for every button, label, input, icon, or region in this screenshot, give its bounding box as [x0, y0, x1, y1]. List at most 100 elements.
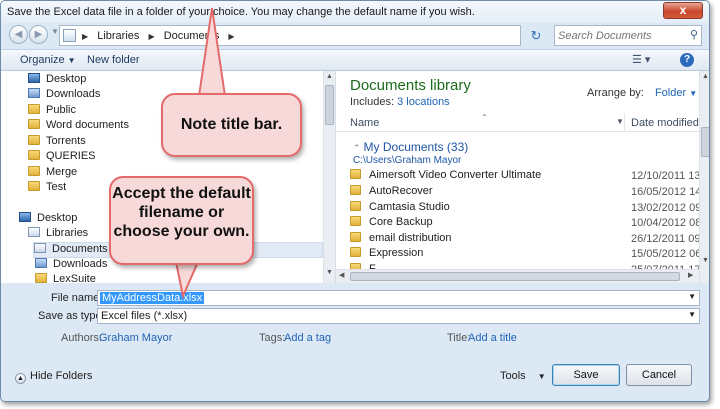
refresh-icon[interactable]: ↻	[525, 26, 547, 45]
column-name[interactable]: Name	[350, 117, 379, 129]
list-item[interactable]: email distribution 26/12/2011 09:06	[350, 232, 709, 248]
chevron-up-icon: ▲	[15, 373, 26, 384]
tools-button[interactable]: Tools ▼	[500, 370, 546, 382]
save-button[interactable]: Save	[552, 364, 620, 386]
filename-field[interactable]: MyAddressData.xlsx ▼	[97, 290, 700, 306]
column-dropdown-icon[interactable]: ▼	[616, 117, 624, 126]
file-name: Aimersoft Video Converter Ultimate	[369, 169, 542, 181]
filename-input[interactable]: MyAddressData.xlsx	[100, 292, 205, 304]
nav-item-libraries[interactable]: Libraries	[28, 227, 88, 243]
callout-filename-note: Accept the default filename or choose yo…	[109, 176, 254, 265]
nav-scrollbar[interactable]: ▲ ▼	[323, 71, 335, 283]
search-input[interactable]	[558, 28, 678, 43]
breadcrumb-arrow-icon[interactable]: ▶	[82, 32, 88, 41]
group-title[interactable]: ⌃ My Documents (33)	[353, 140, 468, 154]
folder-icon	[350, 185, 361, 195]
breadcrumb-documents[interactable]: Documents	[164, 30, 220, 42]
list-item[interactable]: Expression 15/05/2012 06:42	[350, 247, 709, 263]
recent-pages-chevron-icon[interactable]: ▼	[51, 27, 59, 36]
nav-scroll-thumb[interactable]	[325, 85, 334, 125]
breadcrumb-arrow-icon[interactable]: ▶	[148, 32, 154, 41]
search-icon[interactable]: ⚲	[690, 28, 698, 41]
arrange-by-dropdown[interactable]: Folder ▼	[655, 87, 697, 99]
close-button[interactable]: x	[663, 2, 703, 19]
search-box[interactable]: ⚲	[554, 25, 702, 46]
new-folder-button[interactable]: New folder	[87, 54, 140, 66]
address-bar[interactable]: ▶ Libraries ▶ Documents ▶	[59, 25, 521, 46]
back-arrow-icon[interactable]: ◀	[9, 25, 28, 44]
arrange-value: Folder	[654, 87, 687, 99]
arrange-label: Arrange by:	[587, 87, 644, 99]
sort-up-icon: ⌃	[481, 113, 488, 122]
list-item[interactable]: Core Backup 10/04/2012 08:35	[350, 216, 709, 232]
group-title-label: My Documents (33)	[363, 140, 469, 154]
organize-label: Organize	[20, 54, 65, 66]
nav-item-downloads[interactable]: Downloads	[28, 88, 100, 104]
file-list-scroll-thumb[interactable]	[701, 127, 709, 157]
nav-item-queries[interactable]: QUERIES	[28, 150, 96, 166]
folder-icon	[350, 201, 361, 211]
nav-item-label: Libraries	[46, 227, 89, 239]
hide-folders-button[interactable]: ▲ Hide Folders	[15, 370, 92, 384]
change-view-icon[interactable]: ☰ ▾	[632, 53, 650, 66]
organize-button[interactable]: Organize ▼	[20, 54, 76, 66]
nav-item-label: Downloads	[46, 88, 101, 100]
folder-icon	[28, 181, 40, 191]
folder-icon	[350, 169, 361, 179]
title-value[interactable]: Add a title	[468, 332, 517, 344]
locations-link[interactable]: 3 locations	[397, 96, 450, 108]
nav-item-test[interactable]: Test	[28, 181, 66, 197]
list-item[interactable]: Camtasia Studio 13/02/2012 09:28	[350, 201, 709, 217]
forward-arrow-icon[interactable]: ▶	[29, 25, 48, 44]
cancel-button[interactable]: Cancel	[626, 364, 692, 386]
scroll-left-icon[interactable]: ◀	[339, 271, 344, 279]
authors-value[interactable]: Graham Mayor	[99, 332, 172, 344]
breadcrumb-libraries[interactable]: Libraries	[97, 30, 139, 42]
tags-value[interactable]: Add a tag	[284, 332, 331, 344]
scroll-down-icon[interactable]: ▼	[700, 257, 709, 264]
horizontal-scroll-thumb[interactable]	[350, 272, 680, 281]
hide-folders-label: Hide Folders	[30, 370, 93, 382]
list-item[interactable]: Aimersoft Video Converter Ultimate 12/10/…	[350, 169, 709, 185]
help-icon[interactable]: ?	[680, 53, 694, 67]
nav-item-label: Public	[46, 104, 76, 116]
command-bar: Organize ▼ New folder ☰ ▾ ?	[1, 49, 709, 71]
nav-item-word-documents[interactable]: Word documents	[28, 119, 129, 135]
list-item[interactable]: AutoRecover 16/05/2012 14:13	[350, 185, 709, 201]
folder-icon	[35, 258, 47, 268]
nav-item-desktop-root[interactable]: Desktop	[19, 212, 77, 228]
nav-item-public[interactable]: Public	[28, 104, 76, 120]
nav-item-merge[interactable]: Merge	[28, 166, 77, 182]
column-header: ⌃ Name ▼ Date modified	[336, 113, 699, 132]
scroll-down-icon[interactable]: ▼	[324, 269, 335, 276]
collapse-icon[interactable]: ⌃	[353, 143, 361, 153]
nav-item-torrents[interactable]: Torrents	[28, 135, 86, 151]
title-bar: Save the Excel data file in a folder of …	[1, 1, 709, 23]
library-title: Documents library	[350, 77, 471, 94]
savetype-select[interactable]: Excel files (*.xlsx) ▼	[97, 308, 700, 324]
chevron-down-icon: ▼	[537, 372, 546, 381]
monitor-icon	[19, 212, 31, 222]
file-list-pane: Documents library Includes: 3 locations …	[336, 71, 709, 283]
horizontal-scrollbar[interactable]: ◀ ▶	[336, 269, 699, 283]
group-path: C:\Users\Graham Mayor	[353, 155, 462, 166]
scroll-up-icon[interactable]: ▲	[324, 73, 335, 80]
file-name: AutoRecover	[369, 185, 433, 197]
file-list-scrollbar[interactable]: ▲ ▼	[699, 71, 709, 283]
arrange-by: Arrange by: Folder ▼	[587, 87, 697, 99]
scroll-right-icon[interactable]: ▶	[688, 271, 693, 279]
file-name: Expression	[369, 247, 424, 259]
column-divider[interactable]	[624, 113, 625, 132]
nav-item-desktop[interactable]: Desktop	[28, 73, 86, 89]
chevron-down-icon[interactable]: ▼	[688, 292, 696, 301]
folder-icon	[350, 232, 361, 242]
column-date-modified[interactable]: Date modified	[631, 117, 699, 129]
scroll-up-icon[interactable]: ▲	[700, 73, 709, 80]
chevron-down-icon[interactable]: ▼	[688, 310, 696, 319]
nav-item-label: QUERIES	[46, 150, 96, 162]
breadcrumb-arrow-icon[interactable]: ▶	[228, 32, 234, 41]
folder-icon	[28, 135, 40, 145]
folder-icon	[35, 273, 47, 283]
file-name: Camtasia Studio	[369, 201, 450, 213]
nav-item-downloads-lib[interactable]: Downloads	[35, 258, 107, 274]
